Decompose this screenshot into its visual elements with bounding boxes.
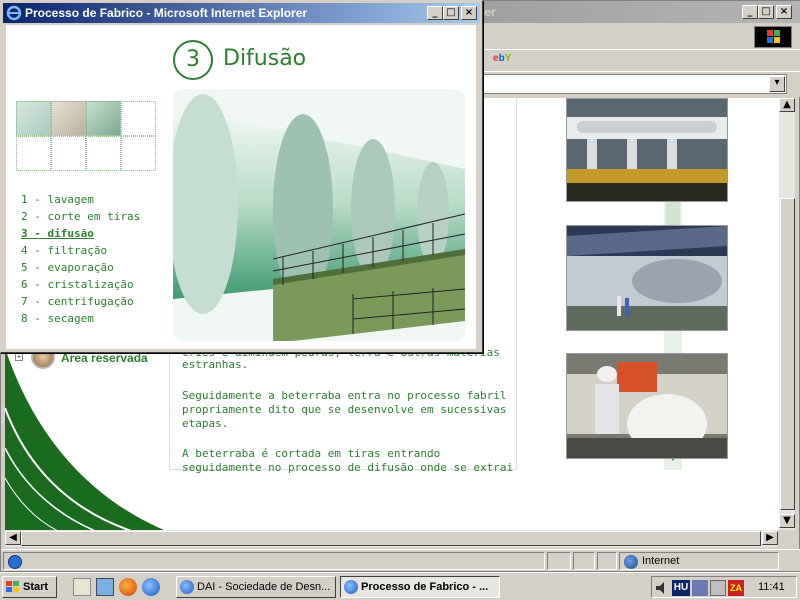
ie-page-icon [8, 555, 22, 569]
keyboard-icon[interactable] [692, 580, 708, 596]
factory-hall-photo [566, 225, 728, 331]
task-processo-window[interactable]: Processo de Fabrico - ... [340, 576, 500, 598]
status-pane-4 [597, 552, 617, 570]
address-dropdown-button[interactable]: ▾ [769, 76, 785, 92]
thumbnail-centrifugacao[interactable] [86, 136, 121, 171]
page-horizontal-scroll-thumb[interactable] [21, 531, 761, 546]
page-vertical-scroll-thumb[interactable] [780, 198, 795, 510]
status-message-pane [3, 552, 545, 570]
step-link-6[interactable]: 6 - cristalização [21, 278, 140, 295]
network-icon[interactable] [96, 578, 114, 596]
globe-icon [624, 555, 638, 569]
step-link-3[interactable]: 3 - difusão [21, 227, 140, 244]
status-bar: Internet [1, 549, 800, 571]
start-label: Start [23, 581, 49, 593]
diffusion-illustration [173, 89, 465, 341]
paragraph-1: estranhas. [182, 358, 249, 371]
task-dai-window[interactable]: DAI - Sociedade de Desn... [176, 576, 336, 598]
thumbnail-corte[interactable] [51, 101, 86, 136]
security-zone-pane: Internet [619, 552, 779, 570]
popup-title: Processo de Fabrico - Microsoft Internet… [25, 6, 308, 20]
scroll-left-arrow[interactable]: ◀ [5, 531, 21, 545]
windows-start-icon [6, 581, 20, 593]
paragraph-2: Seguidamente a beterraba entra no proces… [182, 389, 507, 430]
zonealarm-icon[interactable]: ZA [728, 580, 744, 596]
step-link-5[interactable]: 5 - evaporação [21, 261, 140, 278]
windows-logo-icon [754, 26, 792, 48]
thumbnail-cristalizacao[interactable] [51, 136, 86, 171]
workers-bagging-photo [566, 353, 728, 459]
volume-icon[interactable] [654, 580, 670, 596]
bg-close-button[interactable]: × [776, 5, 792, 19]
popup-titlebar[interactable]: Processo de Fabrico - Microsoft Internet… [3, 3, 480, 23]
ebay-link[interactable]: ebY [493, 53, 511, 64]
start-button[interactable]: Start [2, 576, 57, 598]
thumbnail-evaporacao[interactable] [16, 136, 51, 171]
popup-content: 3 Difusão 1 - lavagem 2 - corte em tiras… [6, 25, 476, 349]
monitor-icon[interactable] [710, 580, 726, 596]
factory-pipes-photo [566, 98, 728, 202]
step-link-8[interactable]: 8 - secagem [21, 312, 140, 329]
show-desktop-icon[interactable] [73, 578, 91, 596]
status-pane-2 [547, 552, 571, 570]
thumbnail-lavagem[interactable] [16, 101, 51, 136]
task-label: Processo de Fabrico - ... [361, 581, 489, 593]
popup-window-processo: Processo de Fabrico - Microsoft Internet… [0, 0, 483, 353]
thumbnail-difusao[interactable] [86, 101, 121, 136]
plus-icon: + [15, 352, 23, 361]
paragraph-3: A beterraba é cortada em tiras entrando … [182, 447, 514, 474]
popup-close-button[interactable]: × [461, 6, 477, 20]
scroll-up-arrow[interactable]: ▲ [779, 98, 795, 112]
firefox-icon[interactable] [119, 578, 137, 596]
thumbnail-filtracao[interactable] [121, 101, 156, 136]
security-zone-label: Internet [642, 555, 680, 567]
page-vertical-scrollbar[interactable]: ▲ ▼ [778, 98, 795, 530]
page-horizontal-scrollbar[interactable]: ◀ ▶ [5, 530, 778, 547]
system-tray: HU ZA 11:41 [651, 576, 797, 598]
ebay-y: Y [504, 53, 512, 64]
step-link-2[interactable]: 2 - corte em tiras [21, 210, 140, 227]
scroll-right-arrow[interactable]: ▶ [762, 531, 778, 545]
popup-minimize-button[interactable]: _ [427, 6, 443, 20]
popup-maximize-button[interactable]: □ [443, 6, 459, 20]
step-link-4[interactable]: 4 - filtração [21, 244, 140, 261]
taskbar: Start DAI - Sociedade de Desn... Process… [0, 572, 800, 600]
ie-task-icon [180, 580, 194, 594]
ie-icon [6, 5, 22, 21]
step-link-7[interactable]: 7 - centrifugação [21, 295, 140, 312]
bg-minimize-button[interactable]: _ [742, 5, 758, 19]
step-title: Difusão [223, 46, 307, 71]
clock: 11:41 [758, 581, 785, 593]
step-link-1[interactable]: 1 - lavagem [21, 193, 140, 210]
step-thumbnail-grid [16, 101, 158, 173]
internet-explorer-icon[interactable] [142, 578, 160, 596]
address-input[interactable] [481, 74, 787, 94]
step-number-badge: 3 [173, 40, 213, 80]
ie-task-icon [344, 580, 358, 594]
bg-maximize-button[interactable]: □ [758, 5, 774, 19]
area-reservada-label: Área reservada [61, 351, 148, 365]
thumbnail-secagem[interactable] [121, 136, 156, 171]
scroll-down-arrow[interactable]: ▼ [779, 514, 795, 528]
language-indicator[interactable]: HU [672, 580, 690, 596]
task-label: DAI - Sociedade de Desn... [197, 581, 331, 593]
step-list: 1 - lavagem 2 - corte em tiras 3 - difus… [21, 193, 140, 329]
status-pane-3 [573, 552, 595, 570]
